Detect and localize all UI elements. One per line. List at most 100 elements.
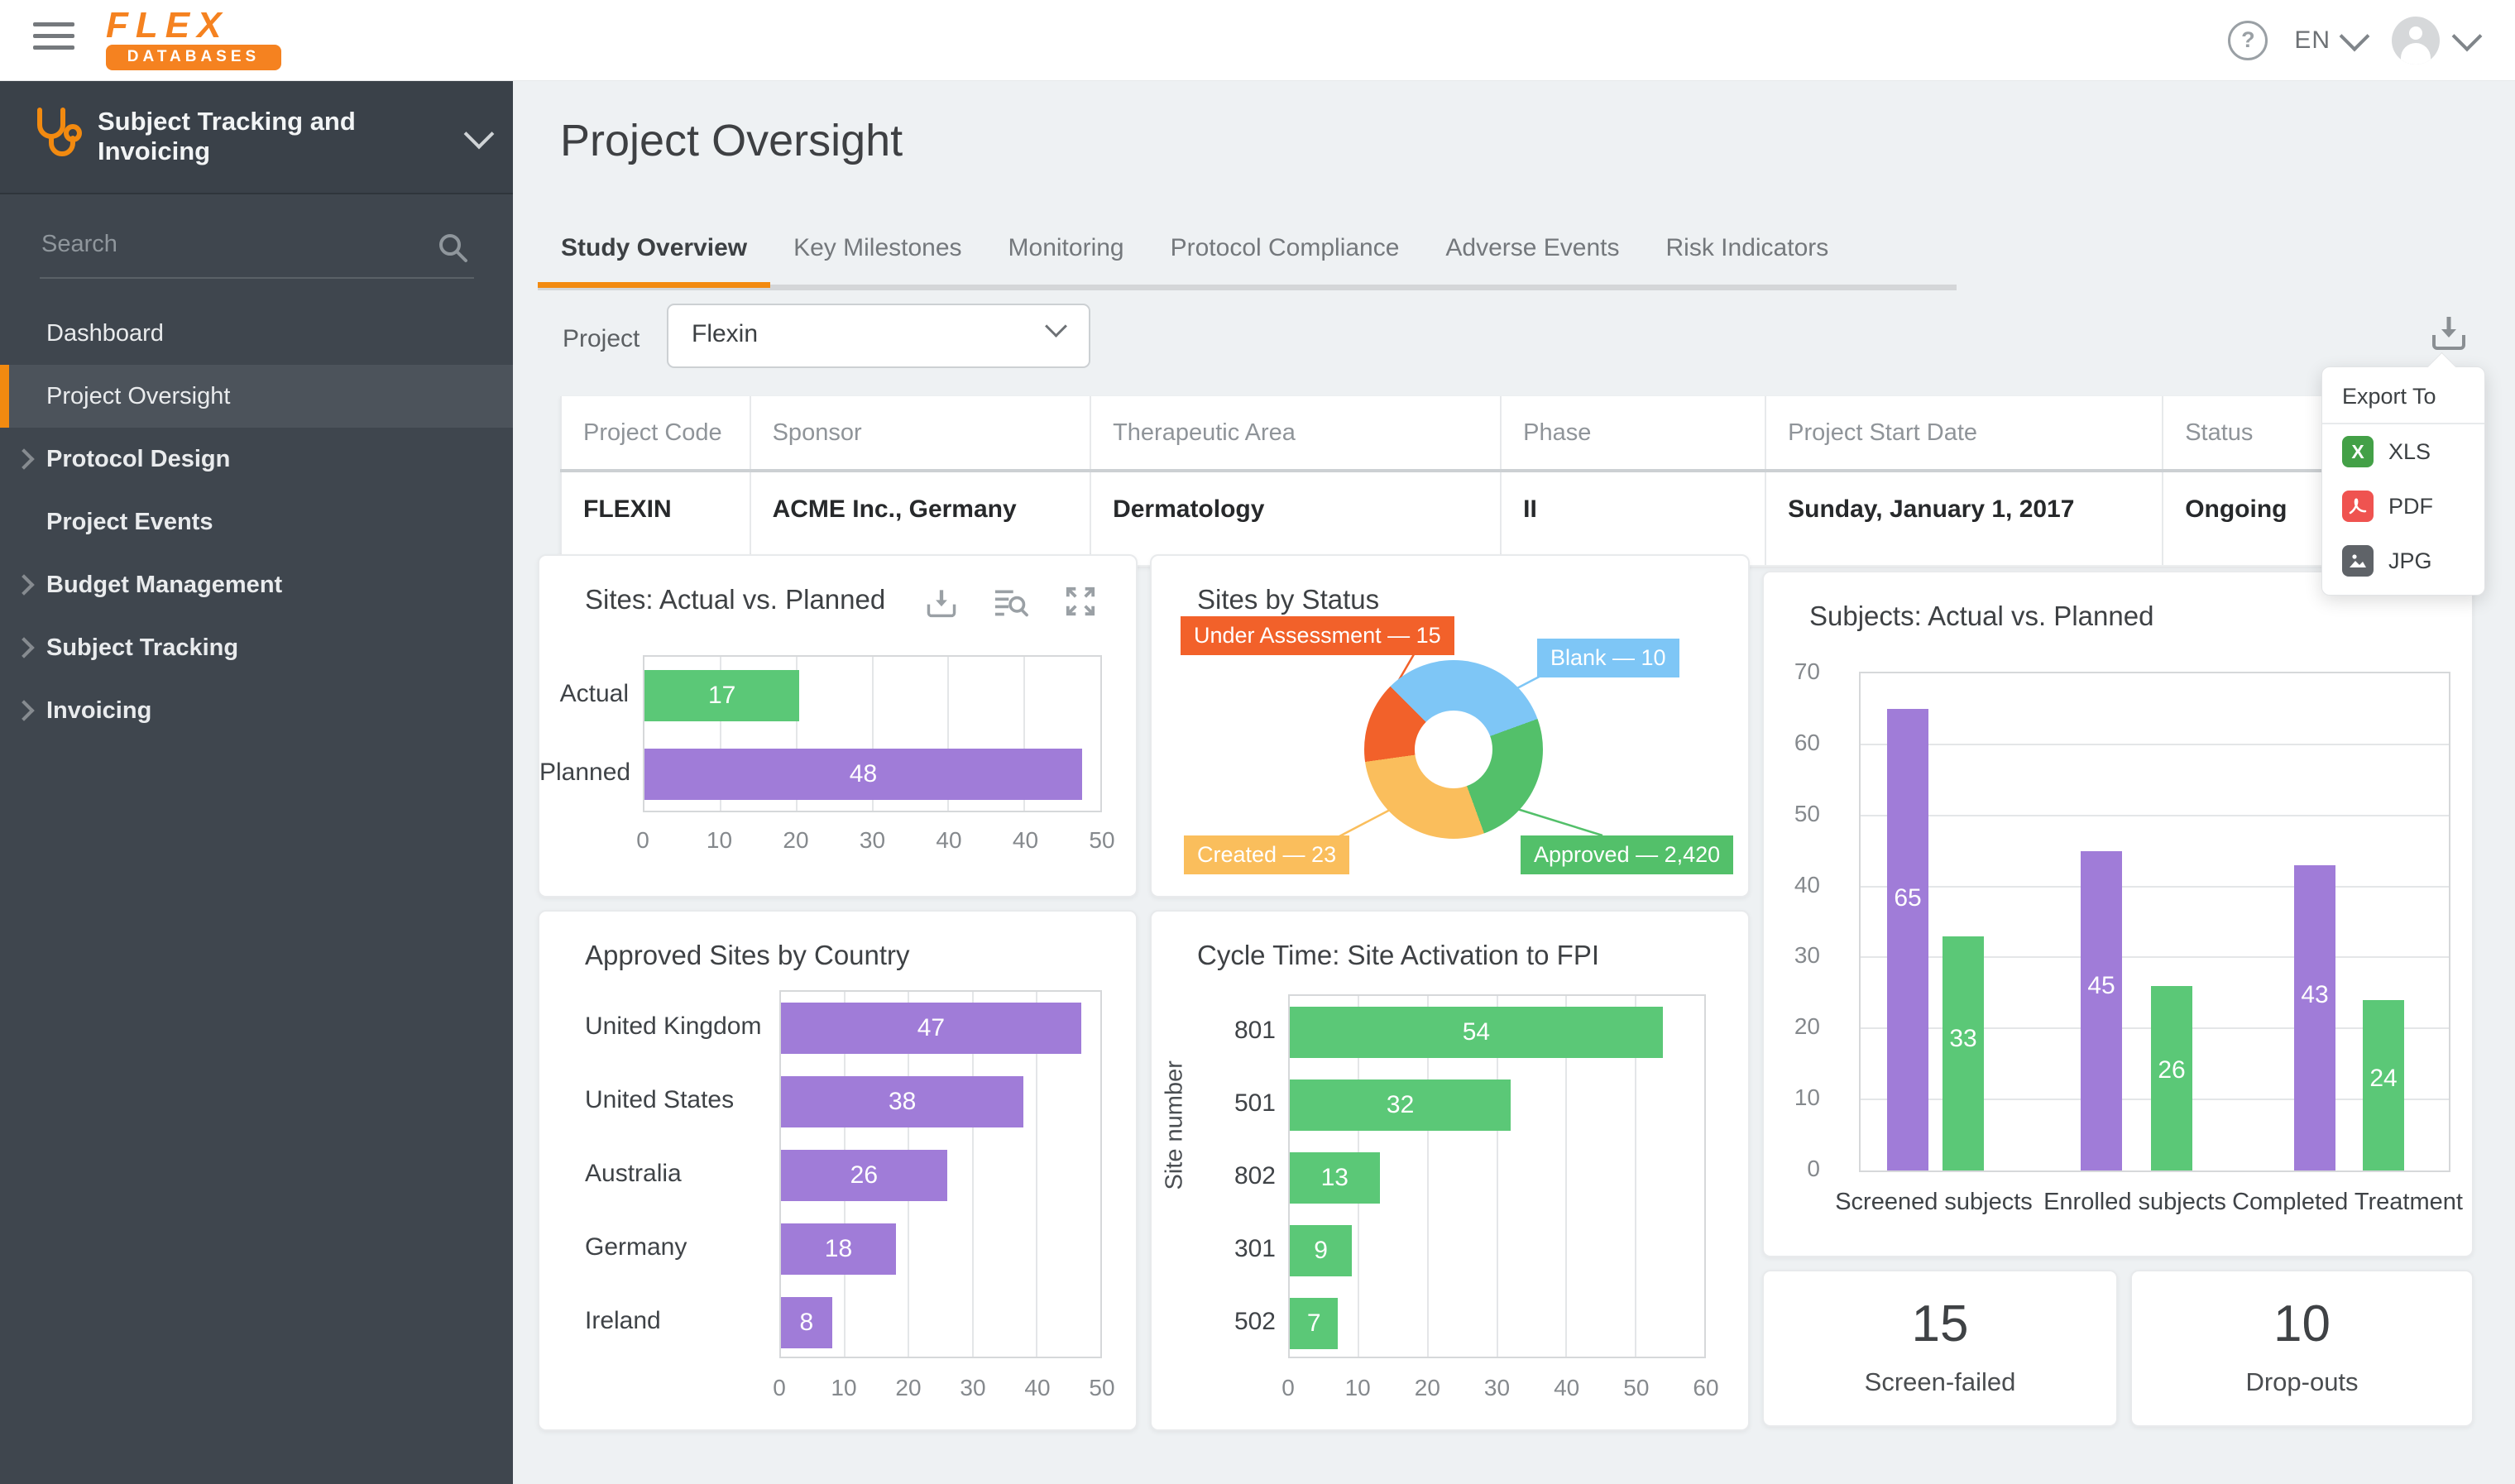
sidebar-item-label: Subject Tracking — [46, 634, 238, 662]
export-option-jpg[interactable]: JPG — [2322, 534, 2484, 588]
x-axis-ticks: 01020304050 — [779, 1375, 1102, 1403]
export-option-label: JPG — [2388, 548, 2432, 574]
bar-value-label: 26 — [781, 1150, 947, 1201]
category-label: 301 — [1201, 1223, 1276, 1275]
card-toolbar — [926, 586, 1096, 619]
y-tick-label: 60 — [1794, 730, 1820, 756]
category-label: Screened subjects — [1835, 1189, 2033, 1216]
category-labels: Screened subjectsEnrolled subjectsComple… — [1859, 1189, 2450, 1222]
main-content: Project Oversight Study OverviewKey Mile… — [513, 80, 2515, 1484]
sidebar-item-project-events[interactable]: Project Events — [0, 491, 513, 553]
sidebar-item-subject-tracking[interactable]: Subject Tracking — [0, 616, 513, 679]
bar-value-label: 18 — [781, 1223, 896, 1275]
export-option-pdf[interactable]: PDF — [2322, 479, 2484, 534]
donut-label-approved: Approved — 2,420 — [1521, 835, 1733, 874]
search-input[interactable] — [40, 219, 407, 259]
user-menu[interactable] — [2392, 17, 2478, 65]
sidebar-item-project-oversight[interactable]: Project Oversight — [0, 365, 513, 428]
connector-line — [1517, 809, 1602, 835]
y-tick-label: 40 — [1794, 872, 1820, 898]
page-title: Project Oversight — [560, 115, 903, 166]
bar-planned[interactable]: 48 — [644, 749, 1082, 800]
x-tick-label: 40 — [936, 827, 961, 854]
tab-risk-indicators[interactable]: Risk Indicators — [1643, 219, 1852, 282]
export-option-xls[interactable]: X XLS — [2322, 424, 2484, 479]
expand-icon[interactable] — [1065, 586, 1096, 617]
chevron-right-icon — [13, 637, 34, 658]
kpi-label: Drop-outs — [2132, 1367, 2472, 1397]
category-label: 501 — [1201, 1078, 1276, 1129]
flex-databases-logo: FLEX DATABASES — [106, 7, 288, 70]
kpi-value: 10 — [2132, 1295, 2472, 1353]
bar-502[interactable]: 7 — [1290, 1298, 1338, 1349]
bar-germany[interactable]: 18 — [781, 1223, 896, 1275]
sidebar-item-invoicing[interactable]: Invoicing — [0, 679, 513, 742]
x-tick-label: 20 — [895, 1375, 921, 1401]
bar-actual-0[interactable]: 33 — [1943, 936, 1984, 1170]
logo-text: FLEX — [106, 7, 288, 45]
bar-united-states[interactable]: 38 — [781, 1076, 1023, 1127]
sidebar-item-dashboard[interactable]: Dashboard — [0, 302, 513, 365]
chevron-right-icon — [13, 700, 34, 720]
tab-protocol-compliance[interactable]: Protocol Compliance — [1147, 219, 1423, 282]
tab-monitoring[interactable]: Monitoring — [985, 219, 1147, 282]
donut-label-under-assessment: Under Assessment — 15 — [1181, 616, 1454, 655]
search-icon — [436, 231, 469, 264]
kpi-screen-failed: 15 Screen-failed — [1762, 1270, 2118, 1427]
plot-area: 47 38 26 18 8 — [779, 990, 1102, 1358]
x-axis-ticks: 0102030405060 — [1288, 1375, 1706, 1403]
y-tick-label: 50 — [1794, 801, 1820, 827]
kpi-label: Screen-failed — [1764, 1367, 2116, 1397]
export-option-label: PDF — [2388, 494, 2433, 519]
category-label: United States — [585, 1075, 767, 1126]
category-label: Australia — [585, 1148, 767, 1199]
bar-value-label: 9 — [1290, 1225, 1352, 1276]
bar-united-kingdom[interactable]: 47 — [781, 1003, 1081, 1054]
tab-study-overview[interactable]: Study Overview — [538, 219, 770, 282]
bar-301[interactable]: 9 — [1290, 1225, 1352, 1276]
donut-label-blank: Blank — 10 — [1537, 639, 1679, 677]
bar-ireland[interactable]: 8 — [781, 1297, 832, 1348]
download-icon[interactable] — [926, 586, 957, 619]
xls-icon: X — [2342, 436, 2374, 467]
chevron-down-icon — [2452, 21, 2483, 51]
export-options: X XLS PDF JPG — [2322, 424, 2484, 588]
grid-line — [1861, 815, 2449, 816]
bar-value-label: 43 — [2294, 865, 2335, 1170]
sidebar-item-protocol-design[interactable]: Protocol Design — [0, 428, 513, 491]
table-header-cell: Project Start Date — [1765, 396, 2162, 469]
bar-actual-1[interactable]: 26 — [2151, 986, 2192, 1170]
bar-501[interactable]: 32 — [1290, 1079, 1511, 1131]
list-search-icon[interactable] — [994, 586, 1028, 619]
help-icon[interactable]: ? — [2228, 21, 2268, 60]
card-subjects-actual-vs-planned: Subjects: Actual vs. Planned PlannedActu… — [1762, 571, 2474, 1257]
bar-australia[interactable]: 26 — [781, 1150, 947, 1201]
bar-801[interactable]: 54 — [1290, 1007, 1663, 1058]
table-cell: Sunday, January 1, 2017 — [1765, 472, 2162, 565]
chevron-down-icon — [464, 119, 495, 150]
bar-planned-1[interactable]: 45 — [2081, 851, 2122, 1170]
project-select[interactable]: Flexin — [667, 304, 1090, 368]
bar-planned-0[interactable]: 65 — [1887, 709, 1928, 1170]
export-option-label: XLS — [2388, 439, 2431, 465]
bar-planned-2[interactable]: 43 — [2294, 865, 2335, 1170]
tab-adverse-events[interactable]: Adverse Events — [1422, 219, 1642, 282]
x-tick-label: 50 — [1089, 1375, 1114, 1401]
tab-key-milestones[interactable]: Key Milestones — [770, 219, 984, 282]
project-info-table: Project CodeSponsorTherapeutic AreaPhase… — [560, 396, 2451, 567]
hamburger-menu-icon[interactable] — [33, 22, 74, 57]
x-tick-label: 0 — [636, 827, 649, 854]
app-root: FLEX DATABASES ? EN Subject Tracking and… — [0, 0, 2515, 1484]
card-sites-actual-vs-planned: Sites: Actual vs. Planned ActualPlanned … — [538, 554, 1138, 898]
bar-actual-2[interactable]: 24 — [2363, 1000, 2404, 1170]
sidebar-item-budget-management[interactable]: Budget Management — [0, 553, 513, 616]
plot-area: 1748 — [643, 655, 1102, 812]
language-selector[interactable]: EN — [2294, 26, 2365, 55]
export-menu-title: Export To — [2322, 367, 2484, 424]
export-button[interactable] — [2431, 314, 2467, 356]
sidebar-module-header[interactable]: Subject Tracking and Invoicing — [0, 80, 513, 194]
bar-value-label: 8 — [781, 1297, 832, 1348]
bar-actual[interactable]: 17 — [644, 670, 799, 721]
jpg-icon — [2342, 545, 2374, 577]
bar-802[interactable]: 13 — [1290, 1152, 1380, 1204]
